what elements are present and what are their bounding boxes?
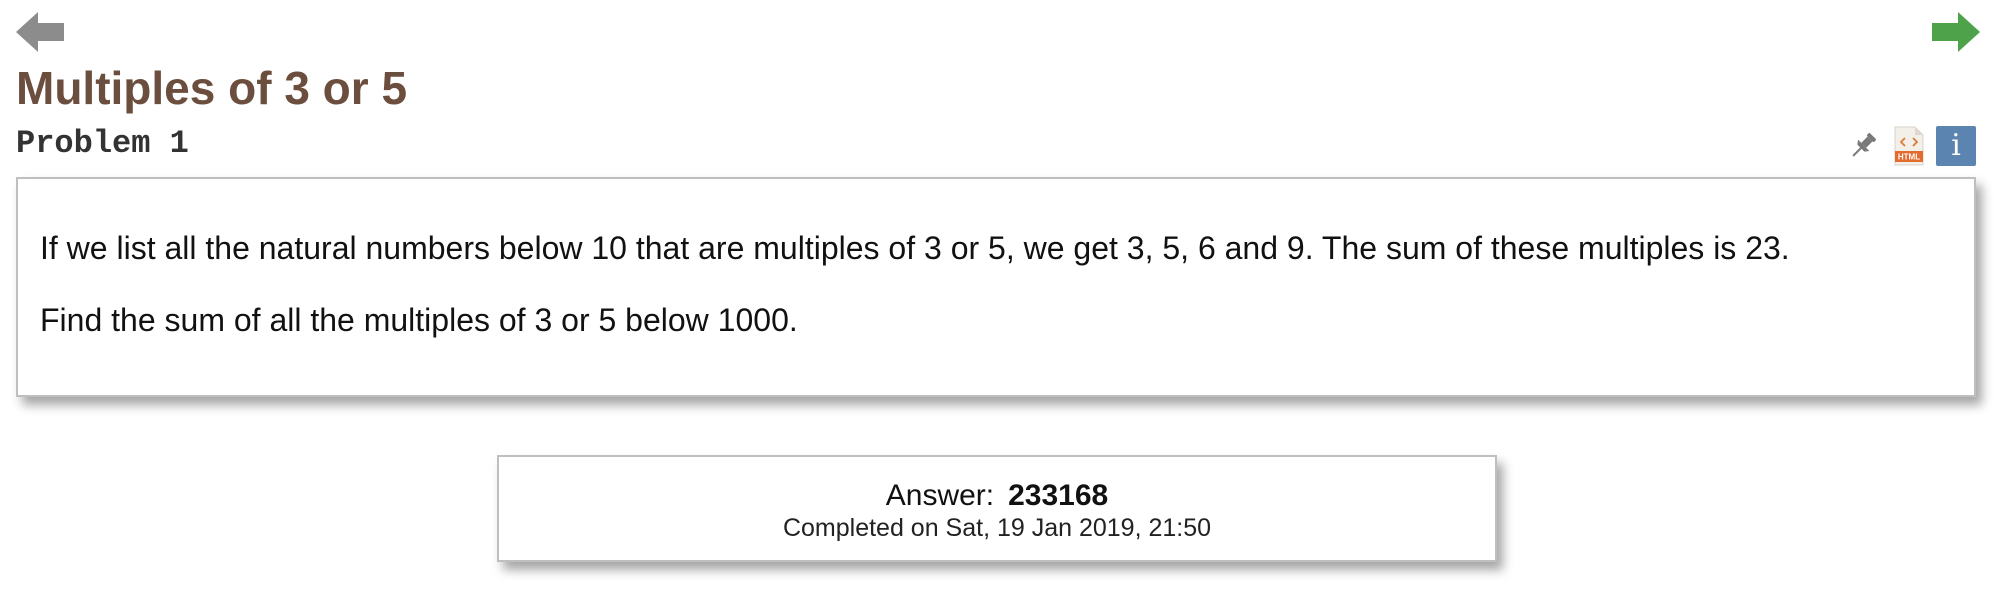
arrow-left-icon [16, 12, 64, 52]
problem-paragraph: Find the sum of all the multiples of 3 o… [40, 302, 798, 338]
problem-content: If we list all the natural numbers below… [16, 177, 1976, 397]
pin-icon [1852, 132, 1877, 157]
problem-number: Problem 1 [16, 125, 189, 162]
html-icon-label: HTML [1898, 153, 1920, 162]
problem-paragraph: If we list all the natural numbers below… [40, 230, 1790, 266]
completion-date: Completed on Sat, 19 Jan 2019, 21:50 [782, 514, 1212, 542]
answer-panel: Answer: 233168 Completed on Sat, 19 Jan 2… [497, 455, 1497, 562]
next-problem-button[interactable] [1930, 10, 1982, 54]
problem-toolbar: HTML i [1844, 124, 1976, 168]
info-button[interactable]: i [1936, 126, 1976, 166]
page-title: Multiples of 3 or 5 [16, 62, 408, 114]
answer-label: Answer: [885, 479, 995, 512]
html-view-button[interactable]: HTML [1890, 126, 1928, 166]
pin-button[interactable] [1844, 126, 1882, 166]
previous-problem-button[interactable] [14, 10, 66, 54]
html-file-icon: HTML [1894, 126, 1924, 166]
answer-line: Answer: 233168 [499, 479, 1495, 513]
answer-value: 233168 [1008, 479, 1109, 512]
info-icon: i [1951, 128, 1961, 163]
arrow-right-icon [1932, 12, 1980, 52]
